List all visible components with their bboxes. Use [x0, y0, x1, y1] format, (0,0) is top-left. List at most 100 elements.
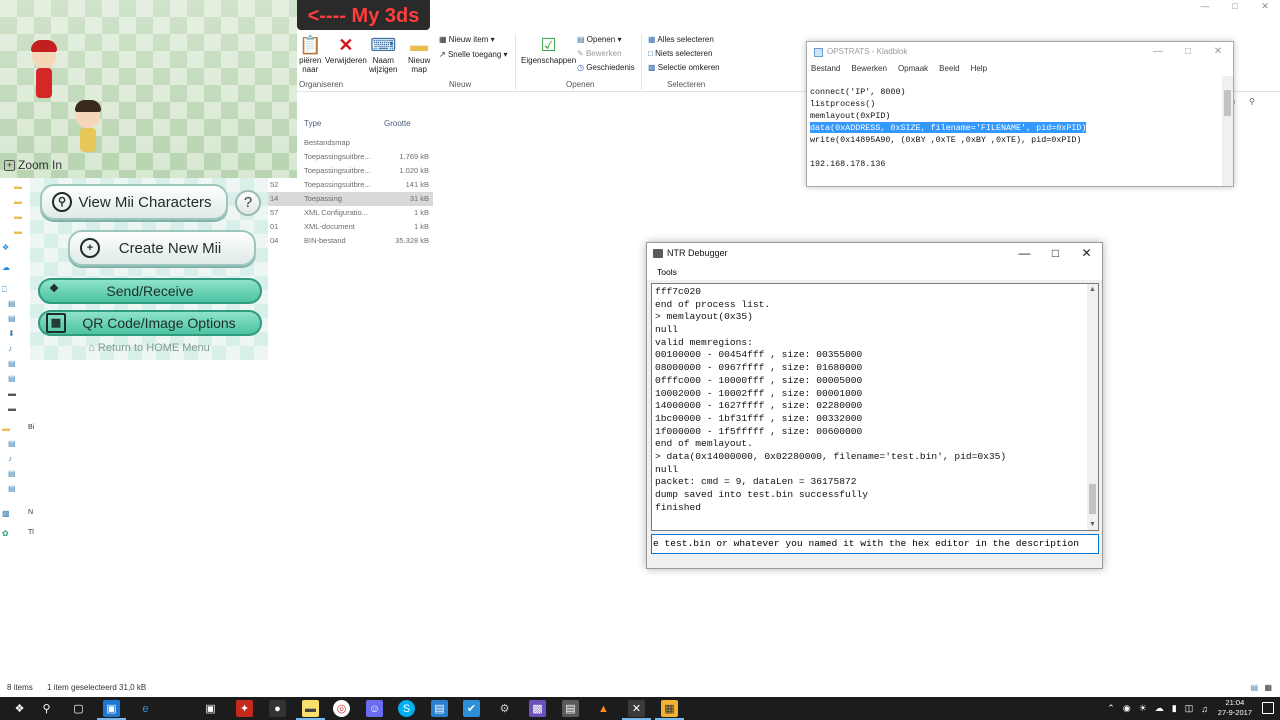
file-row[interactable]: 57 XML Configuratio... 1 kB [268, 206, 433, 220]
folder-icon[interactable]: ▬ [14, 182, 24, 191]
notepad-scrollbar[interactable] [1222, 76, 1233, 186]
edge-icon[interactable]: e [137, 700, 154, 717]
app-icon[interactable]: ✦ [236, 700, 253, 717]
new-item-button[interactable]: ▦ Nieuw item ▾ [439, 33, 495, 47]
store-bag-icon[interactable]: ▣ [202, 700, 219, 717]
photos-icon[interactable]: ▤ [431, 700, 448, 717]
menu-tools[interactable]: Tools [657, 267, 677, 277]
volume-icon[interactable]: ♫ [1201, 704, 1208, 714]
nav-item-network[interactable]: N [28, 509, 33, 516]
select-all-button[interactable]: ▦ Alles selecteren [648, 33, 714, 47]
app-icon[interactable]: ✔ [463, 700, 480, 717]
videos-icon[interactable]: ▤ [8, 374, 18, 383]
downloads-icon[interactable]: ⬇ [8, 329, 18, 338]
app-store-icon[interactable]: ▣ [97, 700, 126, 720]
library-music-icon[interactable]: ♪ [8, 454, 18, 463]
help-button[interactable]: ? [235, 190, 261, 216]
select-none-button[interactable]: □ Niets selecteren [648, 47, 712, 61]
menu-help[interactable]: Help [971, 62, 987, 76]
action-center-icon[interactable] [1262, 702, 1274, 714]
discord-icon[interactable]: ☺ [366, 700, 383, 717]
menu-edit[interactable]: Bewerken [851, 62, 887, 76]
column-size[interactable]: Grootte [384, 119, 411, 128]
show-hidden-icons-icon[interactable]: ⌃ [1107, 703, 1115, 714]
menu-view[interactable]: Beeld [939, 62, 959, 76]
folder-icon[interactable]: ▬ [14, 212, 24, 221]
app-icon[interactable]: ● [269, 700, 286, 717]
notepad-titlebar[interactable]: OPSTRATS - Kladblok — □ ✕ [807, 42, 1233, 62]
folder-icon[interactable]: ▬ [14, 227, 24, 236]
command-input[interactable]: e test.bin or whatever you named it with… [651, 534, 1099, 554]
rename-button[interactable]: ⌨ Naam wijzigen [369, 34, 397, 74]
easy-access-button[interactable]: ↗ Snelle toegang ▾ [439, 48, 508, 62]
ntr-titlebar[interactable]: NTR Debugger — □ ✕ [647, 243, 1102, 264]
minimize-icon[interactable]: — [1190, 0, 1220, 12]
library-documents-icon[interactable]: ▤ [8, 439, 18, 448]
menu-file[interactable]: Bestand [811, 62, 840, 76]
clock[interactable]: 21:04 27-9-2017 [1218, 698, 1252, 718]
minimize-icon[interactable]: — [1009, 243, 1040, 264]
dropbox-icon[interactable]: ❖ [2, 243, 12, 252]
libraries-icon[interactable]: ▬ [2, 424, 12, 433]
invert-selection-button[interactable]: ▩ Selectie omkeren [648, 61, 720, 75]
app-icon[interactable]: ▦ [655, 700, 684, 720]
notepad-text-area[interactable]: connect('IP', 8000) listprocess() memlay… [807, 86, 1223, 186]
library-videos-icon[interactable]: ▤ [8, 484, 18, 493]
homegroup-icon[interactable]: ✿ [2, 529, 12, 538]
desktop-icon[interactable]: ▤ [8, 299, 18, 308]
task-view-icon[interactable]: ▢ [70, 700, 87, 717]
qr-code-options-button[interactable]: ▩ QR Code/Image Options [38, 310, 262, 336]
close-icon[interactable]: ✕ [1203, 42, 1233, 62]
drive-icon[interactable]: ▬ [8, 389, 18, 398]
file-row[interactable]: 01 XML-document 1 kB [268, 220, 433, 234]
nav-item-libraries[interactable]: Bi [28, 424, 34, 431]
app-tray-icon[interactable]: ☁ [1155, 703, 1164, 714]
network-icon[interactable]: ◫ [1185, 703, 1194, 714]
edit-button[interactable]: ✎ Bewerken [577, 47, 622, 61]
file-row[interactable]: 52 Toepassingsuitbre... 141 kB [268, 178, 433, 192]
maximize-icon[interactable]: □ [1173, 42, 1203, 62]
music-icon[interactable]: ♪ [8, 344, 18, 353]
nav-item-homegroup[interactable]: Tl [28, 529, 34, 536]
app-icon[interactable]: ✕ [622, 700, 651, 720]
folder-icon[interactable]: ▬ [14, 197, 24, 206]
maximize-icon[interactable]: □ [1040, 243, 1071, 264]
view-mii-characters-button[interactable]: ⚲ View Mii Characters [40, 184, 228, 220]
delete-button[interactable]: ✕ Verwijderen [325, 34, 367, 65]
scroll-up-icon[interactable]: ▲ [1087, 284, 1098, 295]
app-icon[interactable]: ▩ [529, 700, 546, 717]
copy-path-button[interactable]: 📋 piëren naar [299, 34, 321, 74]
history-button[interactable]: ◷ Geschiedenis [577, 61, 635, 75]
network-icon[interactable]: ▩ [2, 509, 12, 518]
details-view-icon[interactable]: ▤ [1250, 683, 1258, 692]
settings-icon[interactable]: ⚙ [496, 700, 513, 717]
file-row[interactable]: 04 BIN-bestand 35.328 kB [268, 234, 433, 248]
create-new-mii-button[interactable]: + Create New Mii [68, 230, 256, 266]
send-receive-button[interactable]: ❖ Send/Receive [38, 278, 262, 304]
scroll-down-icon[interactable]: ▼ [1087, 519, 1098, 530]
chrome-icon[interactable]: ◎ [333, 700, 350, 717]
close-icon[interactable]: ✕ [1250, 0, 1280, 12]
new-folder-button[interactable]: ▬ Nieuw map [408, 34, 430, 74]
computer-icon[interactable]: ⎕ [2, 285, 12, 294]
app-icon[interactable]: ▤ [562, 700, 579, 717]
minimize-icon[interactable]: — [1143, 42, 1173, 62]
battery-icon[interactable]: ▮ [1172, 703, 1177, 714]
app-tray-icon[interactable]: ☀ [1139, 703, 1147, 714]
ntr-output-scrollbar[interactable]: ▲ ▼ [1087, 284, 1098, 530]
menu-format[interactable]: Opmaak [898, 62, 928, 76]
file-row[interactable]: 14 Toepassing 31 kB [268, 192, 433, 206]
zoom-in-button[interactable]: + Zoom In [4, 158, 62, 172]
skype-icon[interactable]: S [398, 700, 415, 717]
tiles-view-icon[interactable]: ▦ [1264, 683, 1272, 692]
open-button[interactable]: ▤ Openen ▾ [577, 33, 622, 47]
scrollbar-thumb[interactable] [1089, 484, 1096, 514]
drive-icon[interactable]: ▬ [8, 404, 18, 413]
scrollbar-thumb[interactable] [1224, 90, 1231, 116]
library-pictures-icon[interactable]: ▤ [8, 469, 18, 478]
properties-button[interactable]: ☑ Eigenschappen [521, 34, 576, 65]
start-windows-icon[interactable]: ❖ [11, 700, 28, 717]
documents-icon[interactable]: ▤ [8, 314, 18, 323]
search-icon[interactable]: ⚲ [38, 700, 55, 717]
onedrive-icon[interactable]: ☁ [2, 263, 12, 272]
